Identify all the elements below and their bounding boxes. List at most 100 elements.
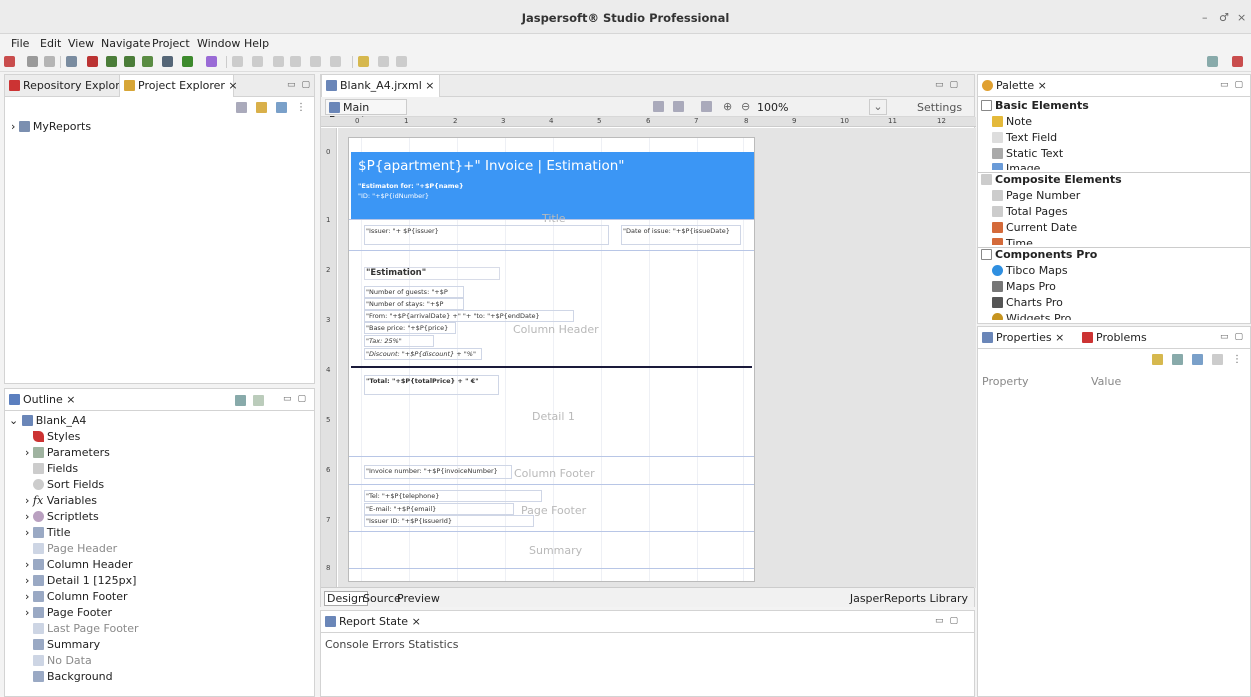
- close-button[interactable]: ×: [1237, 11, 1246, 24]
- title-text-field[interactable]: $P{apartment}+" Invoice | Estimation": [358, 158, 624, 174]
- report-page[interactable]: $P{apartment}+" Invoice | Estimation" "E…: [348, 137, 755, 582]
- collapse-all-icon[interactable]: [236, 102, 247, 113]
- view-menu-icon[interactable]: ⋮: [296, 102, 306, 115]
- palette-section-components-pro[interactable]: Components Pro: [978, 247, 1250, 261]
- prev-annotation-icon[interactable]: [252, 56, 263, 67]
- tel-field[interactable]: "Tel: "+$P{telephone}: [364, 490, 542, 502]
- outline-item-background[interactable]: Background: [33, 670, 113, 683]
- estimation-label[interactable]: "Estimation": [364, 267, 500, 280]
- new-property-icon[interactable]: [1152, 354, 1163, 365]
- categories-icon[interactable]: [1172, 354, 1183, 365]
- palette-item-text-field[interactable]: Text Field: [992, 131, 1057, 144]
- palette-item-maps-pro[interactable]: Maps Pro: [992, 280, 1056, 293]
- publish-icon[interactable]: [142, 56, 153, 67]
- properties-minmax-icon[interactable]: ▭▢: [1220, 332, 1249, 342]
- zoom-dropdown[interactable]: ⌄: [869, 99, 887, 115]
- outline-minmax-icon[interactable]: ▭▢: [283, 394, 312, 404]
- outline-item-page-footer[interactable]: › Page Footer: [25, 606, 112, 619]
- annotate-icon[interactable]: [206, 56, 217, 67]
- tab-palette[interactable]: Palette ×: [978, 75, 1051, 97]
- outline-item-sort-fields[interactable]: Sort Fields: [33, 478, 104, 491]
- palette-item-time[interactable]: Time: [992, 237, 1033, 245]
- minimize-button[interactable]: –: [1202, 11, 1208, 24]
- outline-item-scriptlets[interactable]: › Scriptlets: [25, 510, 99, 523]
- minimize-maximize-icon[interactable]: ▭▢: [287, 80, 316, 90]
- filter-icon[interactable]: [1192, 354, 1203, 365]
- next-annotation-icon[interactable]: [232, 56, 243, 67]
- back-icon[interactable]: [290, 56, 301, 67]
- maximize-button[interactable]: ♂: [1219, 11, 1229, 24]
- print-icon[interactable]: [66, 56, 77, 67]
- save-all-icon[interactable]: [44, 56, 55, 67]
- menu-view[interactable]: View: [68, 37, 94, 50]
- sync-icon[interactable]: [378, 56, 389, 67]
- outline-item-fields[interactable]: Fields: [33, 462, 78, 475]
- debug-icon[interactable]: [87, 56, 98, 67]
- palette-item-current-date[interactable]: Current Date: [992, 221, 1077, 234]
- new-report-icon[interactable]: [358, 56, 369, 67]
- tab-outline[interactable]: Outline ×: [5, 389, 80, 411]
- discount-field[interactable]: "Discount: "+$P{discount} + "%": [364, 348, 482, 360]
- align-icon[interactable]: [673, 101, 684, 112]
- zoom-in-icon[interactable]: ⊕: [723, 100, 732, 113]
- perspective-icon[interactable]: [1207, 56, 1218, 67]
- separator-line[interactable]: [351, 366, 752, 368]
- outline-item-summary[interactable]: Summary: [33, 638, 100, 651]
- palette-item-widgets-pro[interactable]: Widgets Pro: [992, 312, 1071, 320]
- design-canvas[interactable]: $P{apartment}+" Invoice | Estimation" "E…: [338, 128, 976, 588]
- base-price-field[interactable]: "Base price: "+$P{price}: [364, 322, 456, 334]
- editor-minmax-icon[interactable]: ▭▢: [935, 80, 964, 90]
- tree-item-myreports[interactable]: › MyReports: [11, 120, 91, 133]
- last-edit-icon[interactable]: [273, 56, 284, 67]
- menu-project[interactable]: Project: [152, 37, 190, 50]
- outline-item-styles[interactable]: Styles: [33, 430, 80, 443]
- stays-field[interactable]: "Number of stays: "+$P: [364, 298, 464, 310]
- id-field[interactable]: "ID: "+$P{idNumber}: [358, 192, 429, 200]
- advanced-icon[interactable]: [1212, 354, 1223, 365]
- deploy-icon[interactable]: [162, 56, 173, 67]
- outline-item-variables[interactable]: › fx Variables: [25, 494, 97, 507]
- tab-report-state[interactable]: Report State ×: [321, 611, 425, 633]
- outline-item-parameters[interactable]: › Parameters: [25, 446, 110, 459]
- menu-file[interactable]: File: [11, 37, 29, 50]
- forward-2-icon[interactable]: [330, 56, 341, 67]
- tab-blank-a4[interactable]: Blank_A4.jrxml ×: [321, 75, 440, 97]
- outline-item-title[interactable]: › Title: [25, 526, 70, 539]
- snap-icon[interactable]: [701, 101, 712, 112]
- jasperreports-library-button[interactable]: JasperReports Library: [850, 592, 968, 605]
- outline-tree-icon[interactable]: [235, 395, 246, 406]
- guests-field[interactable]: "Number of guests: "+$P: [364, 286, 464, 298]
- palette-item-total-pages[interactable]: Total Pages: [992, 205, 1068, 218]
- compile-icon[interactable]: [106, 56, 117, 67]
- link-editor-icon[interactable]: [256, 102, 267, 113]
- tab-repository-explorer[interactable]: Repository Explorer: [5, 75, 131, 97]
- from-to-field[interactable]: "From: "+$P{arrivalDate} +" "+ "to: "+$P…: [364, 310, 574, 322]
- outline-item-no-data[interactable]: No Data: [33, 654, 92, 667]
- issuer-id-field[interactable]: "Issuer ID: "+$P{IssuerId}: [364, 515, 534, 527]
- menu-navigate[interactable]: Navigate: [101, 37, 150, 50]
- filter-icon[interactable]: [276, 102, 287, 113]
- palette-item-image[interactable]: Image: [992, 162, 1040, 170]
- outline-item-column-footer[interactable]: › Column Footer: [25, 590, 128, 603]
- palette-item-note[interactable]: Note: [992, 115, 1032, 128]
- email-field[interactable]: "E-mail: "+$P{email}: [364, 503, 514, 515]
- menu-edit[interactable]: Edit: [40, 37, 61, 50]
- palette-section-basic[interactable]: Basic Elements: [981, 99, 1089, 112]
- tab-design[interactable]: Design: [324, 591, 368, 606]
- main-report-breadcrumb[interactable]: Main Report: [325, 99, 407, 127]
- layout-icon[interactable]: [653, 101, 664, 112]
- outline-thumb-icon[interactable]: [253, 395, 264, 406]
- new-icon[interactable]: [4, 56, 15, 67]
- outline-item-detail[interactable]: › Detail 1 [125px]: [25, 574, 136, 587]
- report-state-minmax-icon[interactable]: ▭▢: [935, 616, 964, 626]
- jaspersoft-perspective-icon[interactable]: [1232, 56, 1243, 67]
- compile-all-icon[interactable]: [124, 56, 135, 67]
- tab-preview[interactable]: Preview: [397, 592, 440, 605]
- forward-icon[interactable]: [310, 56, 321, 67]
- console-errors-statistics[interactable]: Console Errors Statistics: [325, 638, 459, 651]
- palette-minmax-icon[interactable]: ▭▢: [1220, 80, 1249, 90]
- outline-item-last-page-footer[interactable]: Last Page Footer: [33, 622, 139, 635]
- link-icon[interactable]: [396, 56, 407, 67]
- estimation-for-field[interactable]: "Estimaton for: "+$P{name}: [358, 182, 464, 190]
- palette-item-static-text[interactable]: Static Text: [992, 147, 1063, 160]
